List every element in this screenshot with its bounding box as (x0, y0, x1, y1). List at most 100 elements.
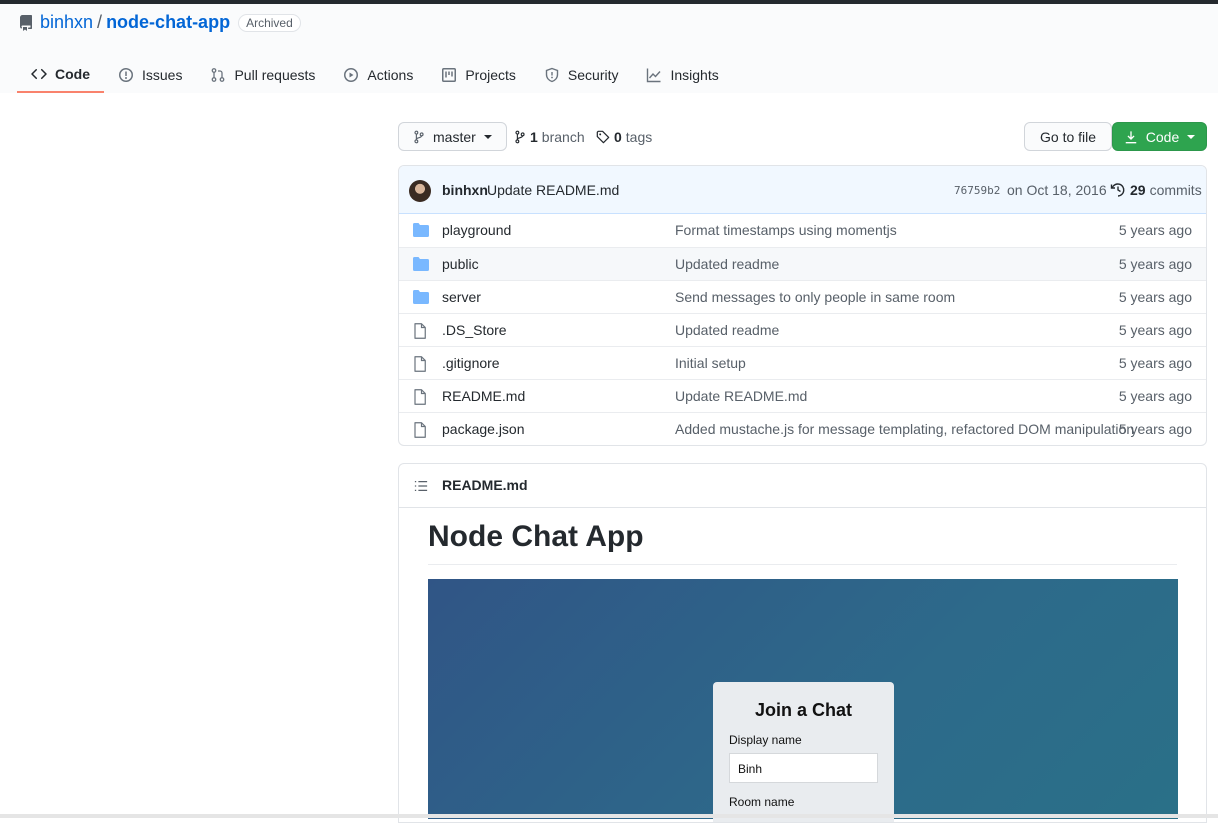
tab-projects[interactable]: Projects (427, 57, 530, 93)
file-commit-message-link[interactable]: Format timestamps using momentjs (675, 222, 897, 238)
file-row[interactable]: server Send messages to only people in s… (399, 280, 1206, 313)
branch-icon (515, 130, 525, 144)
file-commit-message-link[interactable]: Initial setup (675, 355, 746, 371)
file-row[interactable]: .DS_Store Updated readme 5 years ago (399, 313, 1206, 346)
repo-separator: / (97, 12, 103, 32)
file-commit-message-link[interactable]: Updated readme (675, 322, 779, 338)
file-name-link[interactable]: public (442, 256, 479, 272)
tab-projects-label: Projects (465, 67, 516, 83)
tab-security[interactable]: Security (530, 57, 633, 93)
tab-insights-label: Insights (670, 67, 719, 83)
readme-filename: README.md (442, 477, 528, 493)
repo-header: binhxn / node-chat-app Archived Code Iss… (0, 4, 1218, 93)
tab-pull-requests-label: Pull requests (234, 67, 316, 83)
play-icon (344, 68, 359, 82)
branches-link[interactable]: 1 branch (514, 129, 585, 145)
readme-header: README.md (399, 464, 1206, 508)
file-row[interactable]: README.md Update README.md 5 years ago (399, 379, 1206, 412)
file-commit-message-link[interactable]: Send messages to only people in same roo… (675, 289, 955, 305)
repo-owner-link[interactable]: binhxn (40, 12, 93, 33)
readme-screenshot: Join a Chat Display name Binh Room name (428, 579, 1178, 822)
history-icon (1110, 183, 1125, 197)
commit-count-label: commits (1149, 182, 1202, 198)
code-icon (31, 68, 47, 80)
chevron-down-icon (1187, 134, 1196, 139)
file-commit-message-link[interactable]: Updated readme (675, 256, 779, 272)
display-name-field: Binh (729, 753, 878, 783)
file-navigation: master 1 branch 0 tags Go to file Code (398, 122, 1207, 152)
tab-security-label: Security (567, 67, 619, 83)
file-name-link[interactable]: .gitignore (442, 355, 500, 371)
avatar[interactable] (409, 180, 431, 202)
issue-icon (119, 68, 133, 82)
folder-icon (413, 223, 429, 237)
repo-title: binhxn / node-chat-app Archived (18, 12, 301, 33)
commit-sha-link[interactable]: 76759b2 (954, 184, 1000, 197)
tag-label: tags (625, 129, 653, 145)
file-row[interactable]: public Updated readme 5 years ago (399, 247, 1206, 280)
join-chat-title: Join a Chat (754, 700, 852, 720)
file-age: 5 years ago (1118, 388, 1192, 404)
archived-badge: Archived (238, 13, 301, 32)
go-to-file-button[interactable]: Go to file (1024, 122, 1113, 151)
file-icon (414, 389, 426, 405)
file-name-link[interactable]: .DS_Store (442, 322, 507, 338)
code-button-label: Code (1145, 128, 1180, 145)
file-row[interactable]: playground Format timestamps using momen… (399, 214, 1206, 247)
file-name-link[interactable]: package.json (442, 421, 525, 437)
file-age: 5 years ago (1118, 421, 1192, 437)
repo-icon (19, 14, 32, 31)
tab-issues[interactable]: Issues (104, 57, 196, 93)
commit-message-link[interactable]: Update README.md (487, 182, 619, 198)
shield-icon (545, 67, 559, 83)
commit-count: 29 (1130, 182, 1146, 198)
file-icon (414, 323, 426, 339)
file-commit-message-link[interactable]: Added mustache.js for message templating… (675, 421, 1134, 437)
file-row[interactable]: .gitignore Initial setup 5 years ago (399, 346, 1206, 379)
display-name-label: Display name (729, 733, 802, 747)
tab-pull-requests[interactable]: Pull requests (196, 57, 329, 93)
file-commit-message-link[interactable]: Update README.md (675, 388, 807, 404)
file-age: 5 years ago (1118, 256, 1192, 272)
branch-select-button[interactable]: master (398, 122, 507, 151)
file-icon (414, 356, 426, 372)
repo-nav-tabs: Code Issues Pull requests Actions Projec… (17, 57, 733, 93)
chevron-down-icon (483, 134, 492, 139)
readme-panel: README.md Node Chat App Join a Chat Disp… (398, 463, 1207, 823)
folder-icon (413, 257, 429, 271)
tab-issues-label: Issues (142, 67, 183, 83)
tags-link[interactable]: 0 tags (596, 129, 652, 145)
file-age: 5 years ago (1118, 289, 1192, 305)
pull-request-icon (212, 68, 225, 82)
branch-name: master (433, 128, 476, 145)
tag-icon (596, 130, 610, 144)
commit-author-link[interactable]: binhxn (442, 182, 488, 198)
branch-count: 1 (530, 129, 538, 145)
readme-body: Node Chat App Join a Chat Display name B… (399, 520, 1206, 822)
file-row[interactable]: package.json Added mustache.js for messa… (399, 412, 1206, 445)
download-icon (1125, 130, 1137, 143)
file-name-link[interactable]: README.md (442, 388, 525, 404)
tab-code[interactable]: Code (17, 57, 104, 93)
branch-icon (414, 130, 424, 143)
list-icon[interactable] (414, 479, 428, 493)
branch-label: branch (541, 129, 585, 145)
join-chat-card: Join a Chat Display name Binh Room name (713, 682, 894, 822)
code-download-button[interactable]: Code (1112, 122, 1207, 151)
tab-code-label: Code (55, 66, 90, 82)
folder-icon (413, 290, 429, 304)
tab-actions-label: Actions (367, 67, 414, 83)
room-name-label: Room name (729, 795, 795, 809)
file-age: 5 years ago (1118, 355, 1192, 371)
file-name-link[interactable]: server (442, 289, 481, 305)
tab-actions[interactable]: Actions (329, 57, 427, 93)
file-name-link[interactable]: playground (442, 222, 511, 238)
go-to-file-label: Go to file (1040, 128, 1097, 145)
commits-history-link[interactable]: 29 commits (1110, 182, 1202, 198)
tab-insights[interactable]: Insights (632, 57, 732, 93)
file-age: 5 years ago (1118, 322, 1192, 338)
commit-date: on Oct 18, 2016 (1007, 182, 1107, 198)
file-age: 5 years ago (1118, 222, 1192, 238)
repo-name-link[interactable]: node-chat-app (106, 12, 230, 33)
readme-heading: Node Chat App (428, 520, 1177, 565)
